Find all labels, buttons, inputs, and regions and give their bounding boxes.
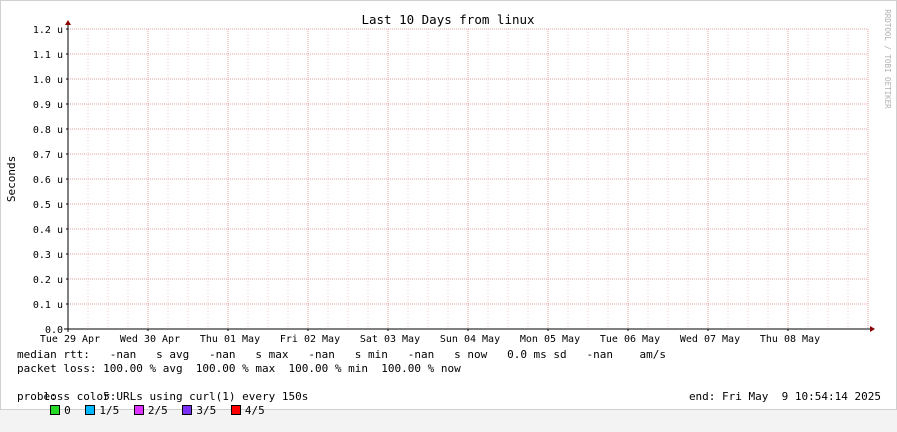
loss-color-swatch-label: 3/5 (196, 404, 217, 417)
loss-color-swatch (85, 405, 96, 415)
chart-title: Last 10 Days from linux (361, 12, 535, 27)
x-tick-label: Fri 02 May (280, 334, 340, 345)
grid (67, 28, 869, 329)
y-tick-label: 0.9 u (33, 100, 63, 111)
y-tick-label: 0.4 u (33, 225, 63, 236)
x-tick-label: Tue 29 Apr (40, 334, 100, 345)
x-tick-label: Mon 05 May (520, 334, 580, 345)
median-rtt-line: median rtt: -nan s avg -nan s max -nan s… (17, 348, 667, 361)
loss-color-swatch (133, 405, 144, 415)
y-tick-label: 1.0 u (33, 75, 63, 86)
y-tick-label: 0.6 u (33, 175, 63, 186)
graph-frame: Last 10 Days from linux Seconds RRDTOOL … (0, 0, 897, 417)
y-tick-label: 1.2 u (33, 25, 63, 36)
x-tick-label: Thu 08 May (760, 334, 820, 345)
x-tick-label: Sun 04 May (440, 334, 500, 345)
loss-color-swatch (50, 405, 61, 415)
x-tick-label: Tue 06 May (600, 334, 660, 345)
loss-color-item: 0 (50, 404, 71, 417)
y-tick-label: 0.5 u (33, 200, 63, 211)
y-tick-label: 0.3 u (33, 250, 63, 261)
y-axis-arrow (65, 20, 71, 25)
y-axis: 0.00.1 u0.2 u0.3 u0.4 u0.5 u0.6 u0.7 u0.… (33, 25, 68, 336)
axes (64, 20, 875, 332)
y-tick-label: 1.1 u (33, 50, 63, 61)
smokeping-chart: Last 10 Days from linux Seconds RRDTOOL … (5, 9, 892, 345)
y-tick-label: 0.8 u (33, 125, 63, 136)
x-tick-label: Wed 07 May (680, 334, 740, 345)
loss-color-swatch-label: 0 (64, 404, 71, 417)
x-axis: Tue 29 Apr Wed 30 Apr Thu 01 May Fri 02 May… (40, 329, 820, 345)
loss-color-item: 4/5 (230, 404, 265, 417)
x-tick-label: Sat 03 May (360, 334, 420, 345)
end-time: end: Fri May 9 10:54:14 2025 (688, 390, 881, 403)
y-axis-label: Seconds (5, 156, 18, 202)
loss-color-items: 0 1/5 2/5 3/5 4/5 (44, 404, 273, 417)
loss-color-swatch-label: 4/5 (244, 404, 265, 417)
y-tick-label: 0.1 u (33, 300, 63, 311)
loss-color-swatch-label: 1/5 (99, 404, 120, 417)
packet-loss-line: packet loss: 100.00 % avg 100.00 % max 1… (17, 362, 461, 375)
loss-color-swatch-label: 2/5 (147, 404, 168, 417)
y-tick-label: 0.7 u (33, 150, 63, 161)
loss-color-item: 3/5 (182, 404, 216, 417)
loss-color-item: 1/5 (85, 404, 119, 417)
loss-color-item: 2/5 (133, 404, 168, 417)
loss-color-swatch (230, 405, 241, 415)
loss-color-line: loss color: 0 1/5 2/5 3/5 4/5 (17, 376, 273, 432)
x-tick-label: Thu 01 May (200, 334, 260, 345)
probe-line: probe: 5 URLs using curl(1) every 150s (17, 390, 309, 403)
watermark: RRDTOOL / TOBI OETIKER (883, 9, 892, 109)
loss-color-swatch (182, 405, 193, 415)
x-tick-label: Wed 30 Apr (120, 334, 180, 345)
y-tick-label: 0.2 u (33, 275, 63, 286)
x-axis-arrow (870, 326, 875, 332)
